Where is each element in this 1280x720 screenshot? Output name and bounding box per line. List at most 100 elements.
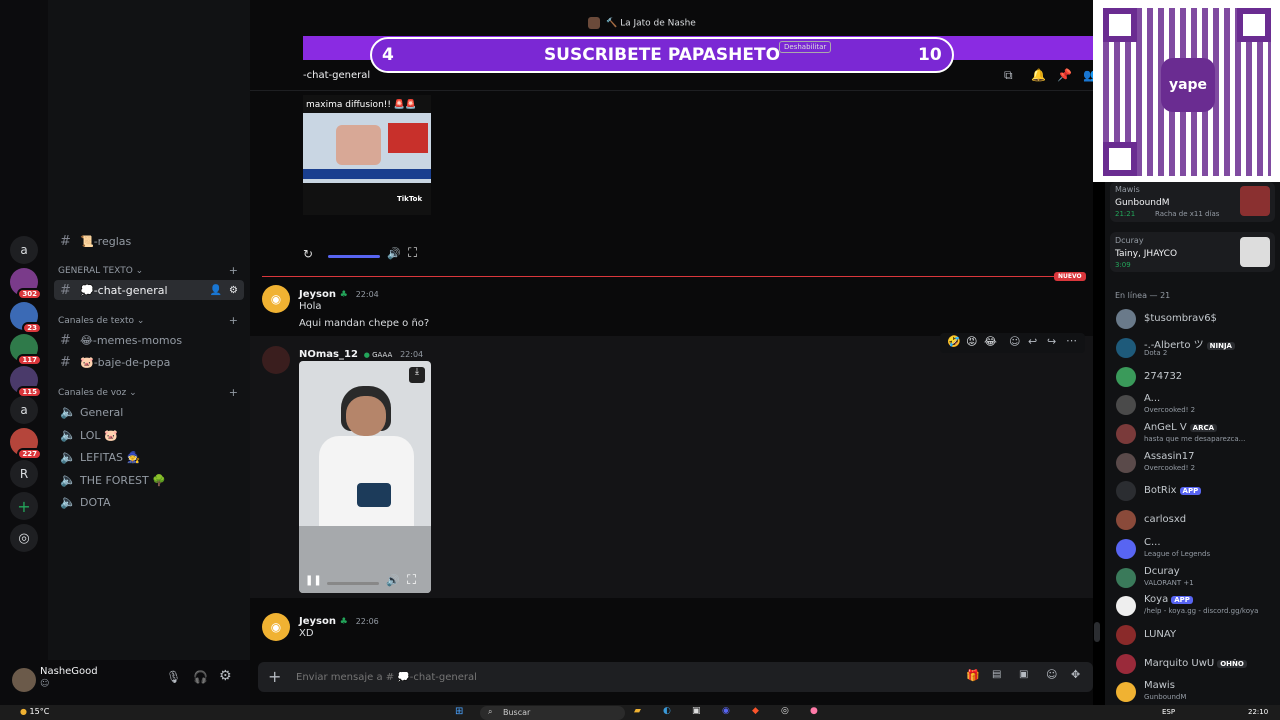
category-general[interactable]: GENERAL TEXTO ⌄	[58, 266, 143, 276]
search-box[interactable]: ⌕ Buscar	[480, 706, 625, 720]
server-icon[interactable]: 115	[10, 366, 42, 398]
sticker-icon[interactable]: ▣	[1019, 669, 1028, 680]
server-icon[interactable]: 227	[10, 428, 42, 460]
server-icon[interactable]: 23	[10, 302, 42, 334]
activity-card[interactable]: Dcuray Tainy, JHAYCO 3:09	[1110, 232, 1275, 272]
member-item[interactable]: A... Overcooked! 2	[1113, 392, 1278, 418]
add-channel-icon[interactable]: +	[229, 264, 238, 277]
settings-gear-icon[interactable]: ⚙	[219, 668, 232, 684]
invite-icon[interactable]: 👤	[210, 285, 222, 296]
member-item[interactable]: Assasin17 Overcooked! 2	[1113, 450, 1278, 476]
add-server-icon[interactable]: +	[10, 492, 38, 520]
threads-icon[interactable]: ⧉	[1004, 68, 1013, 83]
store-icon[interactable]: ▣	[692, 706, 701, 716]
category-voz[interactable]: Canales de voz ⌄	[58, 388, 137, 398]
member-item[interactable]: -.-Alberto ツ NINJA Dota 2	[1113, 335, 1278, 361]
voice-general[interactable]: 🔈 General	[54, 402, 244, 422]
member-item[interactable]: C... League of Legends	[1113, 536, 1278, 562]
weather[interactable]: ● 15°C	[20, 707, 49, 716]
window-title: 🔨 La Jato de Nashe	[588, 17, 808, 29]
pin-icon[interactable]: 📌	[1057, 68, 1072, 82]
reaction-icon[interactable]: 🤣	[947, 335, 961, 348]
channel-memes[interactable]: # 😂-memes-momos	[54, 330, 244, 350]
add-reaction-icon[interactable]: ☺	[1009, 335, 1020, 348]
embed-title: maxima diffusion!! 🚨🚨	[306, 100, 417, 110]
channel-reglas[interactable]: # 📜-reglas	[54, 231, 244, 251]
member-item[interactable]: Mawis GunboundM	[1113, 679, 1278, 705]
add-channel-icon[interactable]: +	[229, 314, 238, 327]
volume-icon[interactable]: 🔊	[386, 574, 400, 587]
message-header: Jeyson ♣ 22:06	[299, 616, 379, 627]
member-item[interactable]: carlosxd	[1113, 507, 1278, 533]
add-attachment-icon[interactable]: +	[268, 667, 281, 686]
avatar[interactable]	[12, 668, 36, 692]
disable-button[interactable]: Deshabilitar	[779, 41, 832, 53]
embed-image[interactable]: maxima diffusion!! 🚨🚨 TikTok	[303, 95, 431, 215]
clock[interactable]: 22:10	[1248, 708, 1268, 716]
gif-icon[interactable]: ▤	[992, 669, 1001, 680]
edge-icon[interactable]: ◐	[663, 706, 671, 716]
member-item[interactable]: LUNAY	[1113, 622, 1278, 648]
member-item[interactable]: Koya APP/help - koya.gg - discord.gg/koya	[1113, 593, 1278, 619]
server-icon[interactable]: 302	[10, 268, 42, 300]
fullscreen-icon[interactable]: ⛶	[407, 573, 416, 588]
folder-icon[interactable]: ▰	[634, 706, 641, 716]
server-a[interactable]: a	[10, 236, 38, 264]
author-name[interactable]: Jeyson	[299, 616, 336, 627]
windows-start-icon[interactable]: ⊞	[455, 706, 463, 717]
progress-bar[interactable]	[328, 255, 380, 258]
mic-icon[interactable]: 🎙	[166, 670, 181, 684]
new-badge: NUEVO	[1054, 272, 1086, 281]
category-texto[interactable]: Canales de texto ⌄	[58, 316, 144, 326]
gear-icon[interactable]: ⚙	[229, 285, 238, 296]
avatar[interactable]	[262, 346, 290, 374]
author-name[interactable]: NOmas_12	[299, 349, 358, 360]
scrollbar[interactable]	[1094, 622, 1100, 642]
member-item[interactable]: 274732	[1113, 364, 1278, 390]
server-rail: a 302 23 117 115 a 227 R + ◎	[0, 0, 48, 705]
apps-icon[interactable]: ✥	[1071, 668, 1080, 681]
video-attachment[interactable]: ⤓ ❚❚ 🔊 ⛶	[299, 361, 431, 593]
voice-lefitas[interactable]: 🔈 LEFITAS 🧙	[54, 447, 244, 467]
member-item[interactable]: $tusombrav6$	[1113, 306, 1278, 332]
server-a2[interactable]: a	[10, 396, 38, 424]
language-indicator[interactable]: ESP	[1162, 708, 1175, 716]
download-icon[interactable]: ⤓	[409, 367, 425, 383]
activity-card[interactable]: Mawis GunboundM 21:21 Racha de x11 días	[1110, 182, 1275, 222]
reply-icon[interactable]: ↩	[1028, 335, 1037, 348]
add-channel-icon[interactable]: +	[229, 386, 238, 399]
server-r[interactable]: R	[10, 460, 38, 488]
discord-avatar-icon[interactable]: ◉	[262, 285, 290, 313]
reaction-icon[interactable]: 😡	[966, 335, 977, 348]
app-icon[interactable]: ●	[810, 706, 818, 716]
volume-icon[interactable]: 🔊	[387, 247, 401, 260]
headphones-icon[interactable]: 🎧	[193, 670, 208, 684]
emoji-icon[interactable]: ☺	[1046, 668, 1057, 681]
fullscreen-icon[interactable]: ⛶	[408, 246, 417, 261]
pause-icon[interactable]: ❚❚	[305, 575, 322, 586]
channel-chat-general[interactable]: # 💭-chat-general 👤 ⚙	[54, 280, 244, 300]
voice-lol[interactable]: 🔈 LOL 🐷	[54, 425, 244, 445]
replay-icon[interactable]: ↻	[303, 247, 313, 261]
channel-baje[interactable]: # 🐷-baje-de-pepa	[54, 352, 244, 372]
brave-icon[interactable]: ◆	[752, 706, 759, 716]
member-item[interactable]: Marquito UwU OHÑO	[1113, 651, 1278, 677]
progress-bar[interactable]	[327, 582, 379, 585]
bell-icon[interactable]: 🔔	[1031, 68, 1046, 82]
reaction-icon[interactable]: 😂	[984, 335, 997, 348]
member-item[interactable]: BotRix APP	[1113, 478, 1278, 504]
forward-icon[interactable]: ↪	[1047, 335, 1056, 348]
member-item[interactable]: AnGeL V ARCA hasta que me desaparezca...	[1113, 421, 1278, 447]
explore-icon[interactable]: ◎	[10, 524, 38, 552]
more-icon[interactable]: ⋯	[1066, 334, 1077, 347]
discord-icon[interactable]: ◉	[722, 706, 730, 716]
gift-icon[interactable]: 🎁	[966, 669, 980, 682]
message-input[interactable]	[296, 668, 896, 686]
voice-dota[interactable]: 🔈 DOTA	[54, 492, 244, 512]
author-name[interactable]: Jeyson	[299, 289, 336, 300]
voice-forest[interactable]: 🔈 THE FOREST 🌳	[54, 470, 244, 490]
obs-icon[interactable]: ◎	[781, 706, 789, 716]
member-item[interactable]: Dcuray VALORANT +1	[1113, 565, 1278, 591]
discord-avatar-icon[interactable]: ◉	[262, 613, 290, 641]
server-icon[interactable]: 117	[10, 334, 42, 366]
